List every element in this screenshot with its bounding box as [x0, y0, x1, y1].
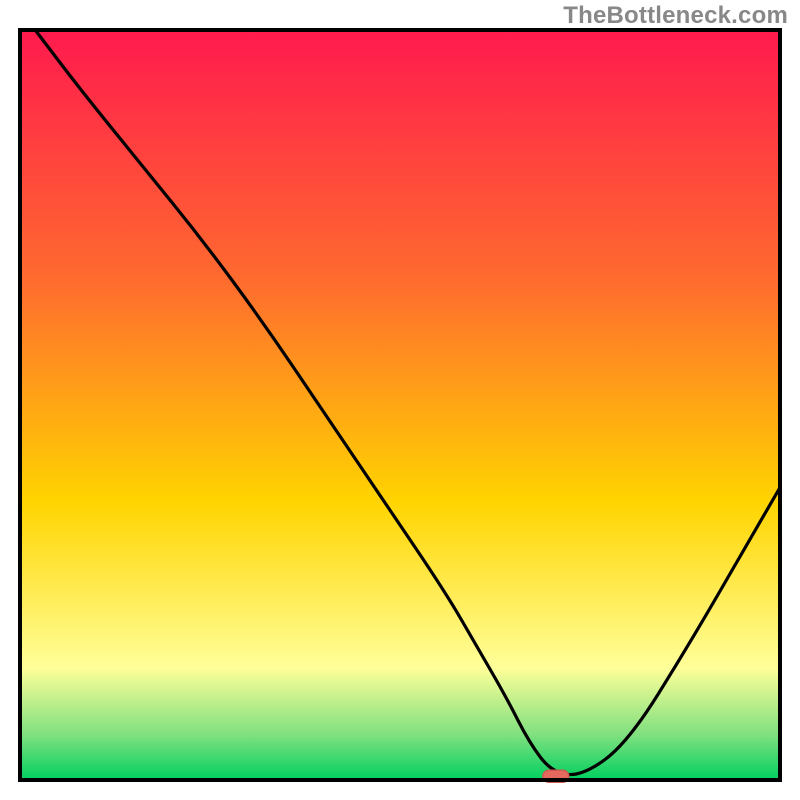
bottleneck-chart [0, 0, 800, 800]
chart-stage: TheBottleneck.com [0, 0, 800, 800]
plot-background [20, 30, 780, 780]
